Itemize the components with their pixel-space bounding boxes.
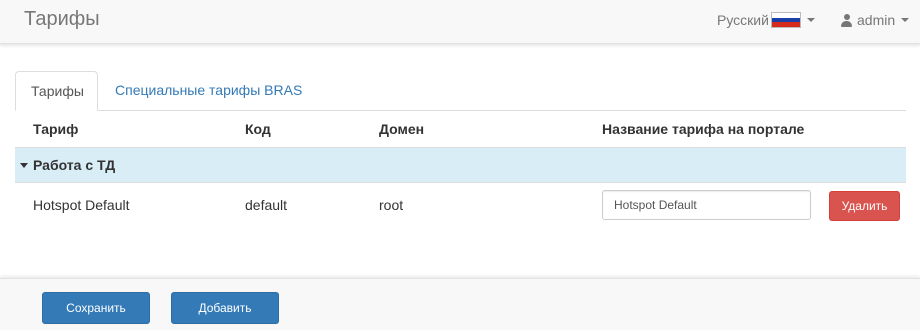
- tab-bar: Тарифы Специальные тарифы BRAS: [15, 71, 906, 111]
- caret-down-icon[interactable]: [20, 163, 28, 168]
- group-row[interactable]: Работа с ТД: [15, 147, 906, 183]
- group-label: Работа с ТД: [33, 157, 116, 173]
- footer-bar: Сохранить Добавить: [0, 278, 920, 330]
- cell-code: default: [245, 197, 288, 213]
- language-label: Русский: [717, 12, 769, 28]
- russia-flag-icon: [770, 12, 801, 28]
- column-header-domain: Домен: [379, 121, 425, 137]
- language-dropdown[interactable]: Русский: [717, 12, 815, 28]
- tab-bras-tariffs[interactable]: Специальные тарифы BRAS: [100, 71, 317, 111]
- add-button[interactable]: Добавить: [171, 292, 279, 324]
- delete-button[interactable]: Удалить: [829, 191, 900, 221]
- page-title[interactable]: Тарифы: [24, 8, 100, 31]
- column-header-tariff: Тариф: [33, 121, 79, 137]
- chevron-down-icon: [901, 18, 910, 22]
- user-menu[interactable]: admin: [841, 12, 910, 28]
- portal-name-input[interactable]: [602, 190, 811, 220]
- save-button[interactable]: Сохранить: [42, 292, 150, 324]
- tab-tariffs[interactable]: Тарифы: [15, 71, 98, 111]
- cell-domain: root: [379, 197, 404, 213]
- column-header-portal-name: Название тарифа на портале: [602, 121, 805, 137]
- top-navbar: Тарифы Русский admin: [0, 0, 920, 44]
- column-header-code: Код: [245, 121, 271, 137]
- cell-tariff: Hotspot Default: [33, 197, 130, 213]
- user-name: admin: [857, 12, 896, 28]
- chevron-down-icon: [806, 18, 815, 22]
- user-icon: [841, 13, 852, 27]
